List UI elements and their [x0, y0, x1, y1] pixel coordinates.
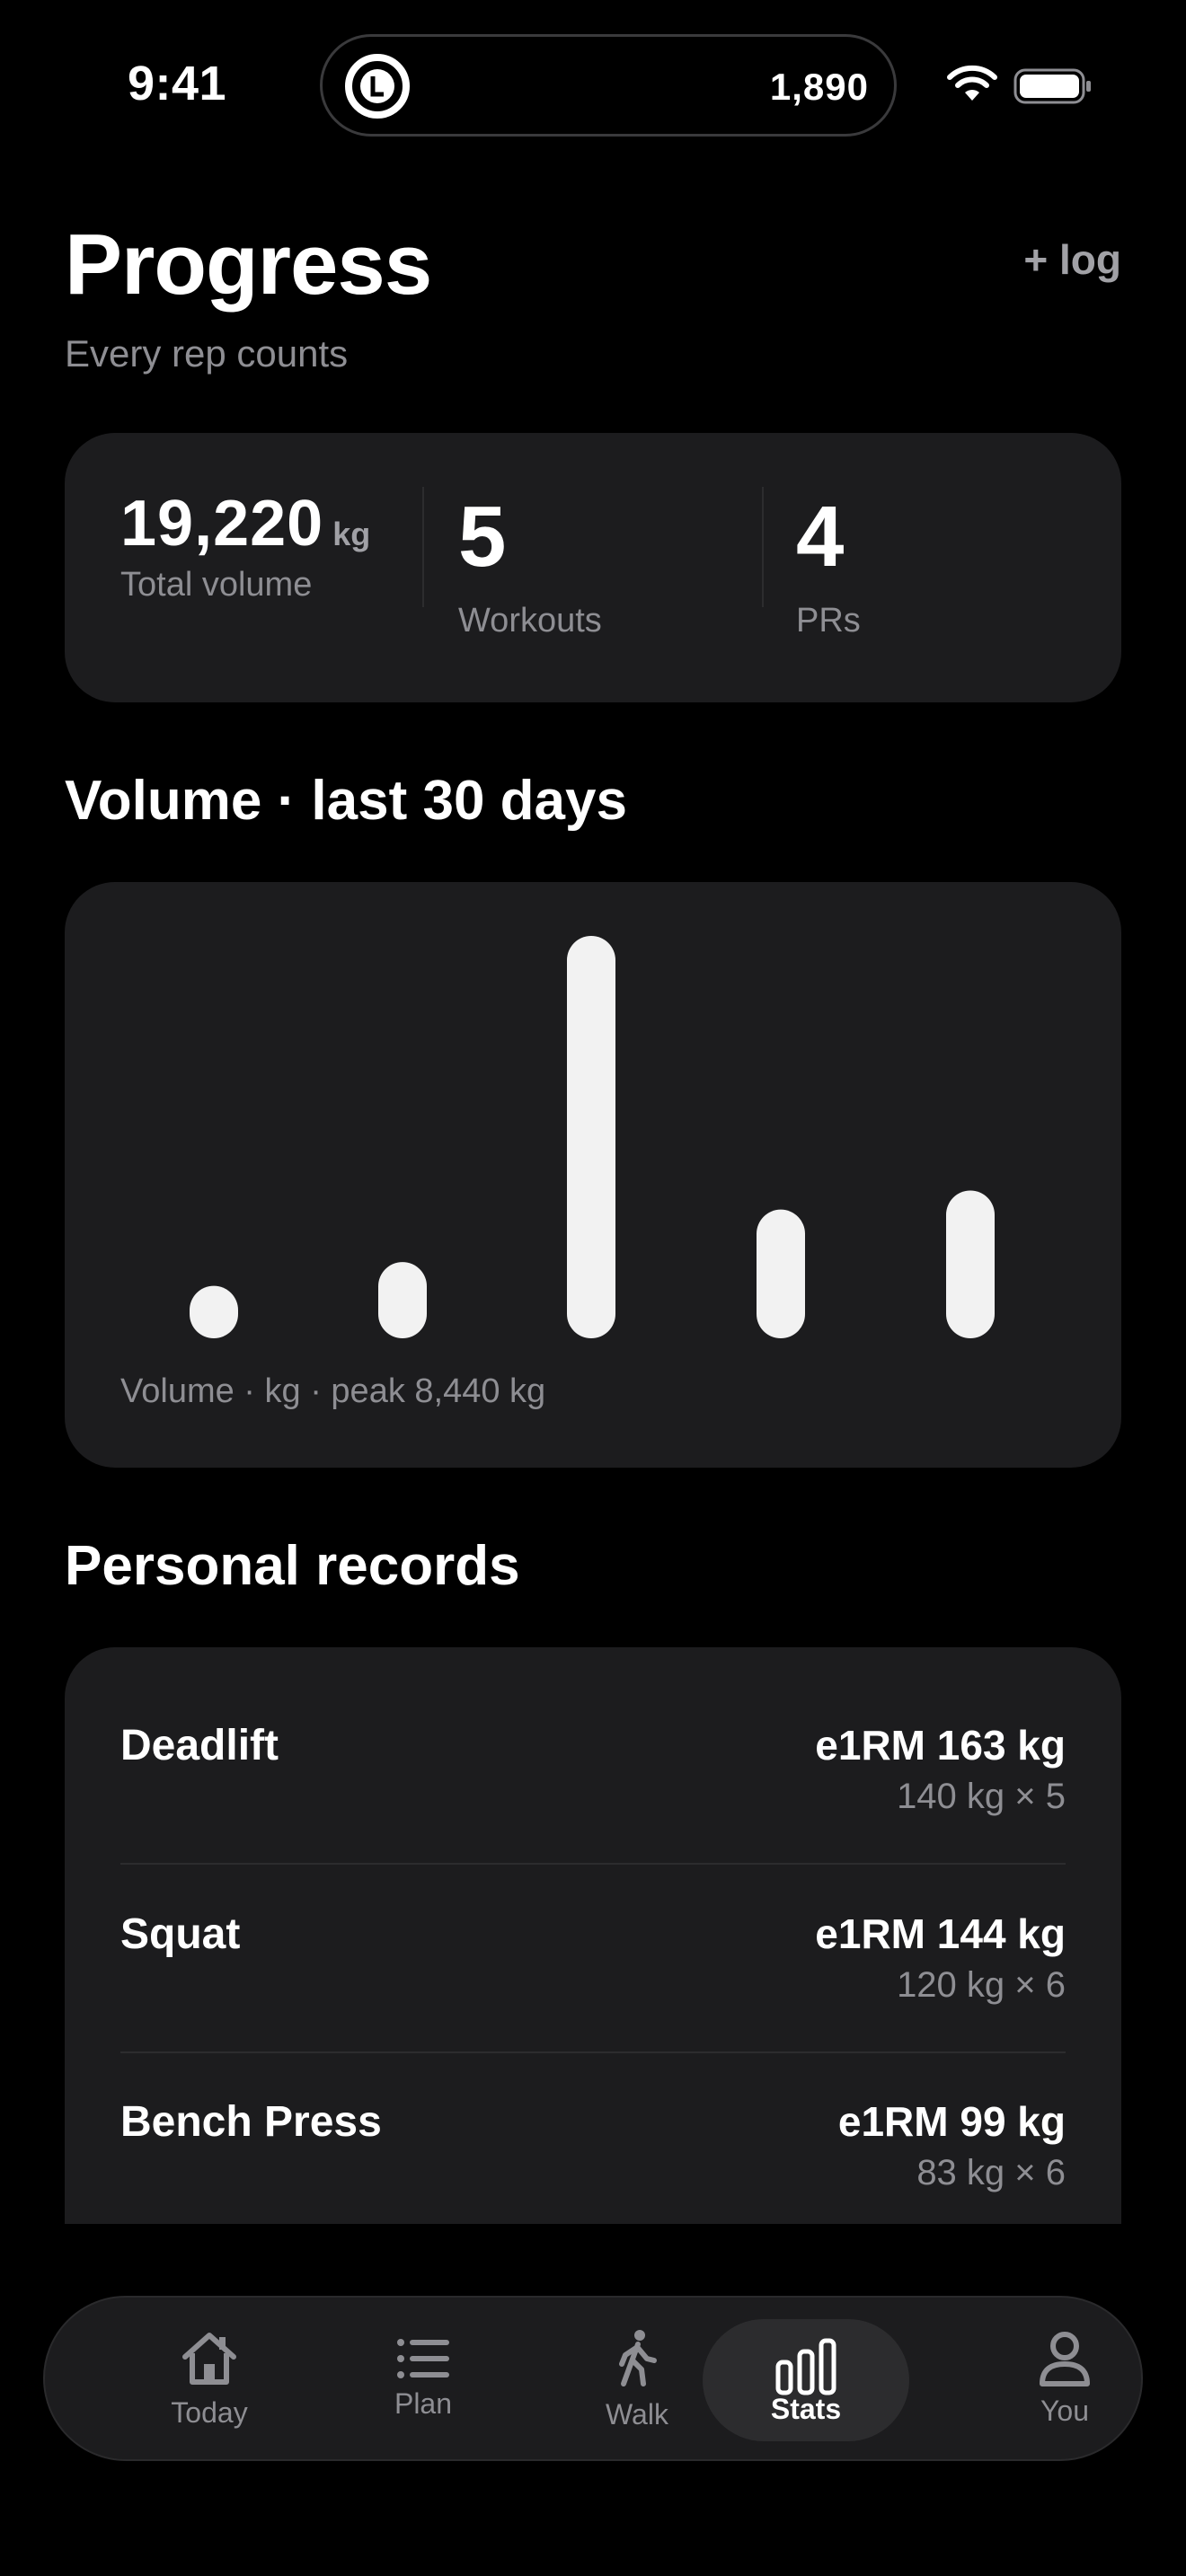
total-volume-value: 19,220	[120, 488, 324, 560]
tab-bar: Today Plan Walk Stats You	[43, 2296, 1143, 2461]
tab-label: Stats	[770, 2393, 842, 2425]
record-name: Squat	[120, 1910, 241, 1958]
dynamic-island[interactable]: 1,890	[320, 34, 897, 137]
volume-bar	[190, 1285, 238, 1338]
volume-bar	[946, 1190, 995, 1338]
activity-count: 1,890	[769, 66, 869, 108]
summary-card: 19,220 kg Total volume 5 Workouts 4 PRs	[65, 433, 1121, 702]
total-volume-unit: kg	[332, 516, 371, 552]
record-detail: 83 kg × 6	[916, 2153, 1066, 2192]
prs-value: 4	[796, 489, 845, 585]
home-icon	[182, 2333, 236, 2385]
record-row-deadlift[interactable]: Deadlift e1RM 163 kg 140 kg × 5	[120, 1647, 1066, 1834]
list-icon	[397, 2339, 449, 2378]
volume-bar	[567, 936, 615, 1338]
prs-label: PRs	[796, 602, 861, 640]
tab-plan[interactable]: Plan	[329, 2298, 518, 2463]
status-bar: 9:41 1,890	[0, 0, 1186, 171]
page-title: Progress	[65, 216, 432, 313]
tab-label: Plan	[394, 2387, 453, 2420]
record-name: Deadlift	[120, 1722, 279, 1769]
workouts-label: Workouts	[458, 602, 602, 640]
records-section-title: Personal records	[65, 1535, 520, 1597]
wifi-icon	[947, 65, 997, 101]
tab-label: You	[1040, 2395, 1089, 2427]
volume-chart-card: Volume · kg · peak 8,440 kg	[65, 882, 1121, 1468]
record-detail: 120 kg × 6	[897, 1965, 1066, 2005]
total-volume-label: Total volume	[120, 566, 313, 604]
workouts-stat: 5 Workouts	[458, 492, 602, 640]
page-subtitle: Every rep counts	[65, 332, 349, 375]
log-button[interactable]: + log	[1023, 235, 1121, 284]
activity-ring-icon	[345, 54, 410, 119]
record-row-bench-press[interactable]: Bench Press e1RM 99 kg 83 kg × 6	[120, 2024, 1066, 2210]
bar-chart-icon	[775, 2338, 836, 2395]
tab-label: Today	[171, 2396, 248, 2429]
record-e1rm: e1RM 144 kg	[815, 1910, 1066, 1957]
volume-section-title: Volume · last 30 days	[65, 770, 627, 832]
record-row-squat[interactable]: Squat e1RM 144 kg 120 kg × 6	[120, 1836, 1066, 2023]
record-e1rm: e1RM 163 kg	[815, 1722, 1066, 1769]
total-volume-stat: 19,220 kg Total volume	[120, 487, 370, 604]
stat-divider	[422, 487, 424, 607]
battery-icon	[1013, 68, 1091, 104]
volume-bar	[757, 1209, 805, 1338]
records-card: Deadlift e1RM 163 kg 140 kg × 5 Squat e1…	[65, 1647, 1121, 2224]
record-name: Bench Press	[120, 2098, 382, 2146]
record-detail: 140 kg × 5	[897, 1777, 1066, 1816]
prs-stat: 4 PRs	[796, 492, 861, 640]
tab-stats[interactable]: Stats	[703, 2319, 909, 2441]
workouts-value: 5	[458, 489, 507, 585]
tab-today[interactable]: Today	[115, 2298, 304, 2463]
record-e1rm: e1RM 99 kg	[837, 2098, 1066, 2145]
chart-caption: Volume · kg · peak 8,440 kg	[120, 1372, 546, 1410]
tab-you[interactable]: You	[970, 2298, 1159, 2463]
stat-divider	[762, 487, 764, 607]
volume-bar	[378, 1262, 427, 1338]
status-time: 9:41	[128, 57, 227, 110]
person-icon	[1040, 2332, 1090, 2386]
walk-icon	[619, 2330, 657, 2386]
